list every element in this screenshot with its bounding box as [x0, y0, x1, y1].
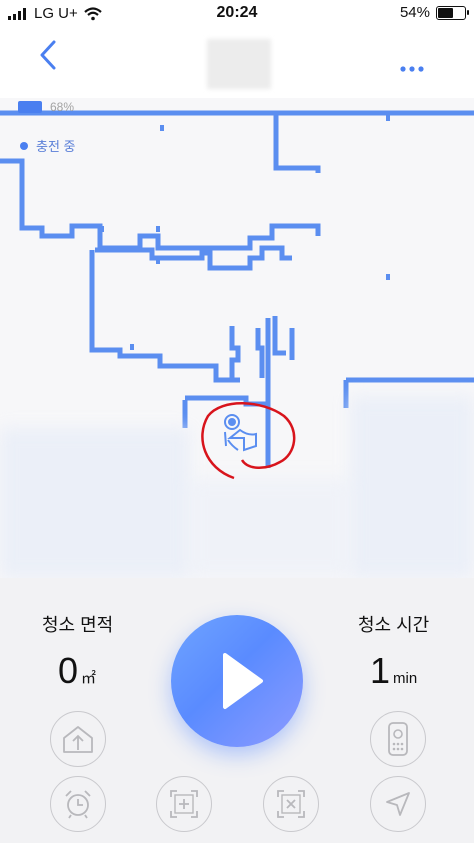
status-bar: LG U+ 20:24 54%: [0, 0, 474, 28]
charging-status: 충전 중: [20, 136, 76, 155]
area-label: 청소 면적: [42, 615, 114, 635]
battery-percent: 54%: [399, 4, 430, 21]
back-button[interactable]: [34, 38, 64, 72]
status-right: 54%: [399, 4, 469, 21]
start-cleaning-button[interactable]: [171, 615, 303, 747]
cleaning-map[interactable]: 68% 충전 중: [0, 98, 474, 578]
navigation-arrow-icon: [386, 792, 410, 816]
time-unit: min: [393, 670, 418, 687]
robot-battery: 68%: [18, 100, 74, 114]
ellipsis-icon: [400, 66, 424, 72]
control-panel: 청소 면적 0 ㎡ 청소 시간 1 min: [0, 578, 474, 843]
time-number: 1: [370, 650, 391, 691]
square-plus-icon: [170, 790, 198, 818]
home-dock-button[interactable]: [50, 711, 106, 767]
map-blur-center: [190, 478, 350, 578]
robot-battery-percent: 68%: [50, 100, 75, 114]
area-unit: ㎡: [81, 670, 97, 687]
schedule-button[interactable]: [50, 776, 106, 832]
chevron-left-icon: [40, 40, 56, 70]
time-label: 청소 시간: [358, 615, 430, 635]
nav-bar: [0, 28, 474, 98]
time-value: 1 min: [370, 650, 417, 692]
navigate-button[interactable]: [370, 776, 426, 832]
area-number: 0: [58, 650, 79, 691]
square-x-icon: [277, 790, 305, 818]
charging-dot-icon: [20, 141, 28, 150]
no-go-zone-button[interactable]: [263, 776, 319, 832]
more-button[interactable]: [400, 52, 424, 78]
alarm-clock-icon: [65, 790, 91, 819]
remote-control-icon: [388, 722, 408, 756]
home-up-arrow-icon: [63, 726, 93, 753]
play-icon: [223, 653, 263, 709]
battery-icon: [436, 5, 469, 20]
map-blur-left: [0, 428, 190, 578]
page-title-blurred: [207, 39, 271, 89]
robot-battery-icon: [18, 101, 42, 113]
area-value: 0 ㎡: [58, 650, 96, 692]
spot-clean-button[interactable]: [156, 776, 212, 832]
remote-button[interactable]: [370, 711, 426, 767]
map-blur-right: [350, 396, 474, 578]
charging-label: 충전 중: [36, 139, 76, 154]
